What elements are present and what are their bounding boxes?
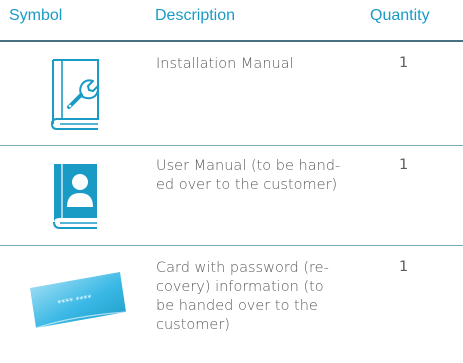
row-3-description-line-3: be handed over to the	[156, 298, 318, 314]
header-symbol: Symbol	[9, 7, 63, 24]
row-3-description-line-1: Card with password (re-	[156, 260, 329, 276]
row-2-rule	[0, 245, 463, 246]
user-manual-book-icon	[50, 160, 102, 232]
row-2-description-line-2: ed over to the customer)	[156, 177, 338, 193]
row-1-rule	[0, 145, 463, 146]
header-description: Description	[155, 7, 236, 24]
row-3-quantity: 1	[399, 259, 409, 275]
header-quantity: Quantity	[370, 7, 430, 24]
row-1-description: Installation Manual	[156, 56, 294, 72]
row-3-description-line-4: customer)	[156, 317, 230, 333]
installation-manual-book-icon	[48, 55, 104, 131]
row-2-quantity: 1	[399, 157, 409, 173]
row-1-quantity: 1	[399, 55, 409, 71]
row-3-description-line-2: covery) information (to	[156, 279, 324, 295]
header-rule	[0, 40, 463, 42]
row-2-description-line-1: User Manual (to be hand-	[156, 158, 341, 174]
password-card-icon: **** ****	[22, 268, 130, 332]
